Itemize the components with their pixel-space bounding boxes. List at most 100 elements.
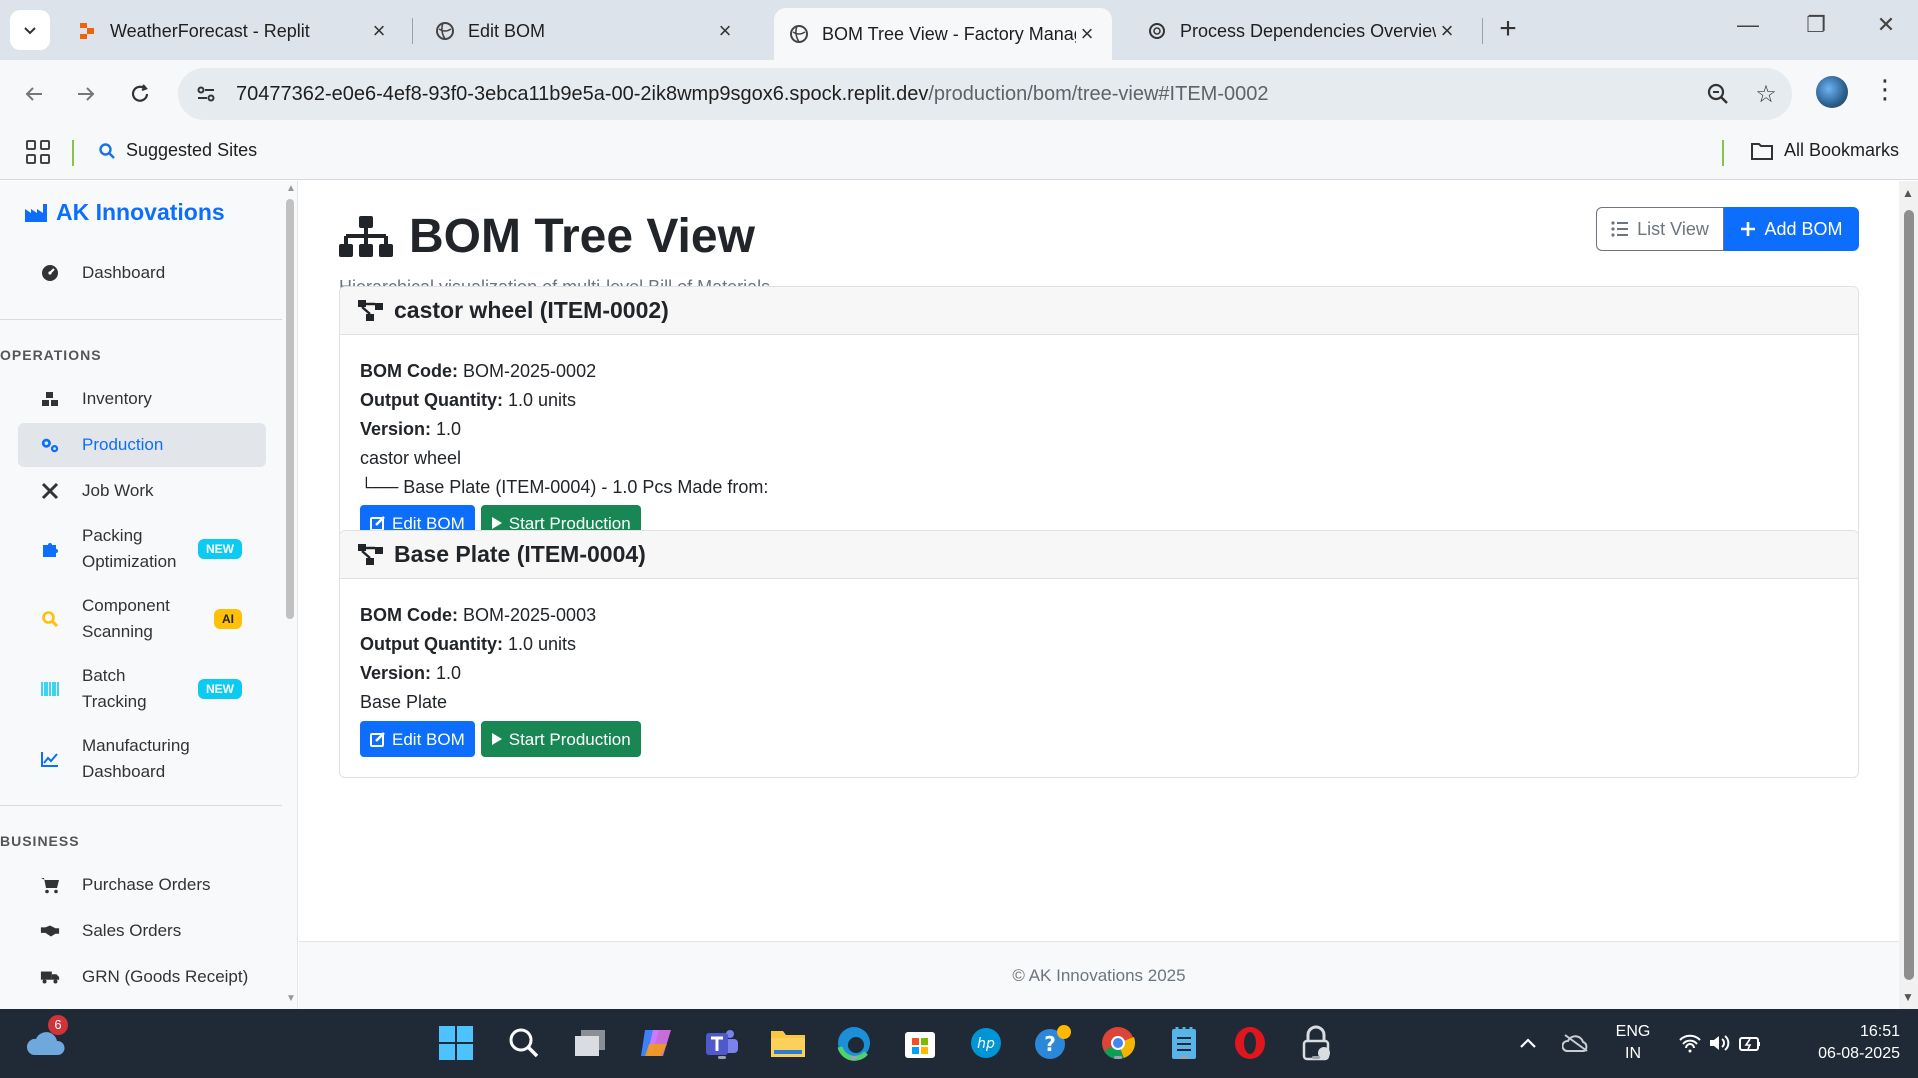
- sidebar-item-grn[interactable]: GRN (Goods Receipt): [18, 955, 266, 999]
- notepad-app[interactable]: [1164, 1023, 1204, 1063]
- windows-taskbar: 6 hp ? ENG IN 16:51 06-08-2025: [0, 1009, 1918, 1078]
- edit-bom-button[interactable]: Edit BOM: [360, 721, 475, 757]
- add-bom-button[interactable]: Add BOM: [1724, 207, 1859, 251]
- play-icon: [491, 733, 502, 745]
- tab-bom-tree-view[interactable]: BOM Tree View - Factory Manag ×: [774, 8, 1112, 60]
- close-tab-icon[interactable]: ×: [714, 18, 736, 44]
- microsoft-store-app[interactable]: [900, 1023, 940, 1063]
- reload-button[interactable]: [124, 78, 156, 110]
- close-window-button[interactable]: ✕: [1866, 12, 1906, 38]
- tab-title: WeatherForecast - Replit: [110, 20, 310, 41]
- tab-separator: [1482, 18, 1483, 44]
- bookmark-star-icon[interactable]: ☆: [1750, 78, 1782, 110]
- windows-icon: [439, 1026, 473, 1060]
- bookmark-label: Suggested Sites: [126, 140, 258, 160]
- language-indicator[interactable]: ENG IN: [1612, 1021, 1654, 1065]
- sidebar-item-label: Sales Orders: [82, 921, 182, 940]
- page-scroll-down-icon[interactable]: ▼: [1902, 990, 1914, 1004]
- svg-text:?: ?: [1044, 1032, 1056, 1056]
- chevron-down-icon: [24, 27, 36, 35]
- page-title: BOM Tree View: [339, 209, 755, 264]
- help-app[interactable]: ?: [1032, 1023, 1072, 1063]
- page-title-text: BOM Tree View: [409, 210, 755, 263]
- forward-button[interactable]: [70, 78, 102, 110]
- sidebar-item-inventory[interactable]: Inventory: [18, 377, 266, 421]
- start-button[interactable]: [436, 1023, 476, 1063]
- back-button[interactable]: [18, 78, 50, 110]
- hp-app[interactable]: hp: [966, 1023, 1006, 1063]
- weather-badge: 6: [48, 1015, 68, 1035]
- sidebar-item-component-scanning[interactable]: Component Scanning AI: [18, 591, 266, 647]
- output-qty-value: 1.0 units: [508, 634, 577, 654]
- sidebar-item-sales-orders[interactable]: Sales Orders: [18, 909, 266, 953]
- output-qty-value: 1.0 units: [508, 390, 577, 410]
- hp-security-app[interactable]: [1296, 1023, 1336, 1063]
- onedrive-tray[interactable]: [1556, 1023, 1596, 1063]
- profile-avatar[interactable]: [1816, 76, 1848, 108]
- teams-icon: [706, 1030, 738, 1055]
- tab-process-dependencies[interactable]: Process Dependencies Overview ×: [1132, 8, 1472, 54]
- apps-grid-icon[interactable]: [26, 140, 50, 164]
- new-tab-button[interactable]: +: [1492, 14, 1524, 44]
- cogs-icon: [40, 435, 60, 455]
- sidebar-item-manufacturing-dashboard[interactable]: Manufacturing Dashboard: [18, 731, 266, 787]
- handshake-icon: [40, 921, 60, 941]
- task-view-button[interactable]: [570, 1023, 610, 1063]
- tab-search-button[interactable]: [10, 10, 50, 50]
- close-tab-icon[interactable]: ×: [368, 18, 390, 44]
- bom-card-header: Base Plate (ITEM-0004): [340, 531, 1858, 579]
- edge-app[interactable]: [834, 1023, 874, 1063]
- arrow-left-icon: [25, 87, 42, 101]
- copilot-app[interactable]: [636, 1023, 676, 1063]
- bookmark-suggested-sites[interactable]: Suggested Sites: [98, 140, 257, 161]
- sidebar-item-packing-optimization[interactable]: Packing Optimization NEW: [18, 521, 266, 577]
- brand-link[interactable]: AK Innovations: [24, 199, 225, 226]
- sidebar-scroll-down-icon[interactable]: ▼: [286, 993, 296, 1004]
- wifi-icon: [1679, 1034, 1701, 1053]
- file-explorer-app[interactable]: [768, 1023, 808, 1063]
- tab-edit-bom[interactable]: Edit BOM ×: [420, 8, 750, 54]
- site-info-icon[interactable]: [186, 74, 226, 114]
- search-icon: [40, 609, 60, 629]
- browser-menu-icon[interactable]: ⋮: [1872, 74, 1898, 105]
- page-scrollbar-thumb[interactable]: [1904, 210, 1914, 980]
- region-code: IN: [1625, 1045, 1641, 1062]
- main-content: BOM Tree View Hierarchical visualization…: [299, 181, 1899, 1009]
- opera-app[interactable]: [1230, 1023, 1270, 1063]
- close-tab-icon[interactable]: ×: [1436, 18, 1458, 44]
- sidebar-scrollbar[interactable]: [286, 199, 294, 619]
- teams-app[interactable]: [702, 1023, 742, 1063]
- sidebar-item-label: Manufacturing Dashboard: [82, 736, 190, 781]
- sidebar-item-production[interactable]: Production: [18, 423, 266, 467]
- sidebar-item-purchase-orders[interactable]: Purchase Orders: [18, 863, 266, 907]
- sidebar-item-batch-tracking[interactable]: Batch Tracking NEW: [18, 661, 266, 717]
- show-hidden-icons[interactable]: [1508, 1023, 1548, 1063]
- minimize-button[interactable]: —: [1728, 12, 1768, 38]
- plus-icon: [1741, 222, 1756, 236]
- bom-code-row: BOM Code: BOM-2025-0003: [360, 605, 597, 625]
- sidebar-item-dashboard[interactable]: Dashboard: [18, 251, 266, 295]
- chart-line-icon: [40, 749, 60, 769]
- bom-card: castor wheel (ITEM-0002) BOM Code: BOM-2…: [339, 286, 1859, 562]
- weather-widget[interactable]: 6: [26, 1015, 68, 1063]
- search-icon: [99, 142, 115, 159]
- taskbar-search[interactable]: [504, 1023, 544, 1063]
- quick-settings[interactable]: [1670, 1023, 1770, 1063]
- version-row: Version: 1.0: [360, 419, 462, 439]
- task-view-icon: [575, 1030, 605, 1056]
- page-scroll-up-icon[interactable]: ▲: [1902, 186, 1914, 200]
- tab-weatherforecast[interactable]: WeatherForecast - Replit ×: [62, 8, 404, 54]
- sidebar-item-job-work[interactable]: Job Work: [18, 469, 266, 513]
- chrome-app[interactable]: [1098, 1023, 1138, 1063]
- all-bookmarks-button[interactable]: All Bookmarks: [1750, 140, 1899, 161]
- address-bar[interactable]: 70477362-e0e6-4ef8-93f0-3ebca11b9e5a-00-…: [178, 68, 1792, 120]
- sidebar-item-label: Batch Tracking: [82, 666, 147, 711]
- list-view-button[interactable]: List View: [1596, 207, 1724, 251]
- browser-tab-bar: WeatherForecast - Replit × Edit BOM × BO…: [0, 0, 1918, 60]
- zoom-icon[interactable]: [1702, 78, 1734, 110]
- clock[interactable]: 16:51 06-08-2025: [1790, 1021, 1900, 1065]
- close-tab-icon[interactable]: ×: [1076, 21, 1098, 47]
- restore-button[interactable]: ❐: [1796, 12, 1836, 38]
- sidebar-scroll-up-icon[interactable]: ▲: [286, 183, 296, 194]
- start-production-button[interactable]: Start Production: [480, 721, 641, 757]
